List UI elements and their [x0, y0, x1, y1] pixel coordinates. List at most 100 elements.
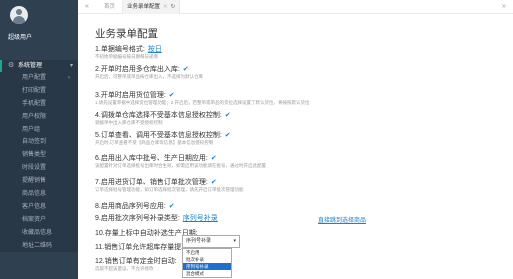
page-title: 业务录单配置 — [95, 28, 158, 40]
setting-label-row: 9.启用批次序列号补录类型: 序列号补录 — [95, 214, 218, 223]
sidebar-item[interactable]: 自动签到 — [0, 136, 78, 149]
setting-row: 2.开单时启用多仓库出入库: ✔ 开启后，可整单或单品按仓库出入，不选择为默认仓库 — [95, 65, 203, 80]
sidebar-section-system[interactable]: ⚙ 系统管理 ▾ — [0, 60, 78, 72]
setting-label-row: 6.启用出入库中批号、生产日期应用: ✔ — [95, 154, 266, 163]
setting-value-link[interactable]: 直接跳到选择商品 — [318, 215, 366, 224]
setting-label-row: 7.启用进货订单、销售订单批次管理: ✔ — [95, 178, 244, 187]
checkmark-icon[interactable]: ✔ — [183, 66, 189, 73]
setting-label: 4.调拨单仓库选择不受基本信息授权控制: — [95, 112, 222, 119]
sidebar-item-label: 手机配置 — [22, 100, 47, 107]
setting-label-row: 3.开单时启用货位管理: ✔ — [95, 91, 310, 100]
setting-row: 8.启用商品序列号应用: ✔ — [95, 202, 175, 211]
sidebar-item[interactable]: 时段设置 — [0, 162, 78, 175]
sidebar-item-label: 提醒销售 — [22, 178, 47, 185]
user-profile: 超级用户 — [0, 0, 78, 52]
checkmark-icon[interactable]: ✔ — [225, 132, 231, 139]
setting-label: 5.订单查看、调用不受基本信息授权控制: — [95, 132, 222, 139]
sidebar-item[interactable]: 用户配置 › — [0, 72, 78, 85]
sidebar-item[interactable]: 提醒销售 — [0, 175, 78, 188]
select-options: 不启用 批次补录 序列号补录 混合模式 — [182, 248, 232, 278]
setting-label: 1.单据编号格式: — [95, 46, 145, 53]
sidebar-item[interactable]: 商品信息 — [0, 188, 78, 201]
checkmark-icon[interactable]: ✔ — [169, 203, 175, 210]
gear-icon: ⚙ — [8, 62, 15, 69]
settlement-type-select[interactable]: 序列号补录 ▾ — [182, 235, 240, 248]
sidebar-item[interactable]: 用户权限 — [0, 111, 78, 124]
sidebar-item-label: 收藏品信息 — [22, 229, 53, 236]
sidebar-item-label: 地址二维码 — [22, 242, 53, 249]
sidebar-item-label: 销售类型 — [22, 152, 47, 159]
checkmark-icon[interactable]: ✔ — [211, 179, 217, 186]
close-icon[interactable]: ✕ — [163, 4, 168, 10]
setting-description: 选取不超该量设，不允许修改 — [95, 266, 154, 271]
setting-label-row: 2.开单时启用多仓库出入库: ✔ — [95, 65, 203, 74]
setting-label-row: 5.订单查看、调用不受基本信息授权控制: ✔ — [95, 131, 231, 140]
setting-row: 9.启用批次序列号补录类型: 序列号补录 — [95, 214, 218, 223]
setting-label-row: 11.销售订单允许超库存量提取: — [95, 243, 190, 252]
sidebar-item[interactable]: 打印配置 — [0, 85, 78, 98]
setting-row: 6.启用出入库中批号、生产日期应用: ✔ 该配置针对订单选择批号出库时合生效，如需启… — [95, 154, 266, 169]
sidebar-section-label: 系统管理 — [18, 63, 43, 69]
sidebar-item[interactable]: 用户组 — [0, 124, 78, 137]
setting-description: 开启时,订单查看不受【商品仓库等信息】基本信息授权控制 — [95, 140, 214, 145]
tab-home[interactable]: 首页 — [104, 0, 115, 14]
setting-row: 5.订单查看、调用不受基本信息授权控制: ✔ 开启时,订单查看不受【商品仓库等信息】… — [95, 131, 231, 146]
setting-description: 订单选择批号管理功能，如订单选择批次管理，请先开启订单批次管理功能 — [95, 187, 244, 192]
setting-description: 不初始单据编号按日期每日递增 — [95, 54, 158, 59]
setting-label: 2.开单时启用多仓库出入库: — [95, 66, 180, 73]
checkmark-icon[interactable]: ✔ — [225, 112, 231, 119]
sidebar-item-label: 用户配置 — [22, 75, 47, 81]
chevron-down-icon: ▾ — [70, 63, 74, 69]
setting-description: 该配置针对订单选择批号出库时合生效，如需启用该功能请在批号，通过时开启此配置 — [95, 163, 266, 168]
sidebar-item-label: 客户信息 — [22, 203, 47, 210]
sidebar-item-label: 商品信息 — [22, 191, 47, 198]
sidebar: 超级用户 ⚙ 系统管理 ▾ 用户配置 › 打印配置手机配置用户权限用户组自动签到销售… — [0, 0, 78, 279]
setting-label: 6.启用出入库中批号、生产日期应用: — [95, 155, 208, 162]
sidebar-item-label: 用户组 — [22, 126, 41, 133]
setting-label-row: 1.单据编号格式: 按日 — [95, 45, 162, 54]
sidebar-submenu: 用户配置 › 打印配置手机配置用户权限用户组自动签到销售类型时段设置提醒销售商品信息… — [0, 72, 78, 253]
select-value: 序列号补录 — [186, 238, 212, 244]
setting-row: 1.单据编号格式: 按日 不初始单据编号按日期每日递增 — [95, 45, 162, 60]
select-option[interactable]: 序列号补录 — [183, 263, 231, 270]
checkmark-icon[interactable]: ✔ — [211, 155, 217, 162]
username[interactable]: 超级用户 — [8, 32, 32, 41]
select-option[interactable]: 不启用 — [183, 249, 231, 256]
setting-row: 7.启用进货订单、销售订单批次管理: ✔ 订单选择批号管理功能，如订单选择批次管理，… — [95, 178, 244, 193]
setting-label: 7.启用进货订单、销售订单批次管理: — [95, 179, 208, 186]
setting-value-link[interactable]: 序列号补录 — [183, 215, 218, 222]
setting-description: 1.请先设置单据中选择货位管理功能；2.开启后，若整单或单品的货位选择设置了默认… — [95, 100, 310, 105]
setting-label: 3.开单时启用货位管理: — [95, 92, 166, 99]
avatar[interactable] — [10, 6, 28, 24]
select-option[interactable]: 批次补录 — [183, 256, 231, 263]
sidebar-item[interactable]: 销售类型 — [0, 149, 78, 162]
sidebar-item[interactable]: 地址二维码 — [0, 240, 78, 253]
setting-label: 8.启用商品序列号应用: — [95, 203, 166, 210]
tab-bar: « 首页 业务录单配置 ✕ ↻ » — [78, 0, 513, 14]
setting-description: 调拨单中出入库仓库不受授权控制 — [95, 120, 163, 125]
tab-business-config[interactable]: 业务录单配置 ✕ ↻ — [122, 0, 181, 14]
select-option[interactable]: 混合模式 — [183, 270, 231, 277]
nav-back-icon[interactable]: « — [82, 0, 92, 14]
checkmark-icon[interactable]: ✔ — [169, 92, 175, 99]
setting-label: 9.启用批次序列号补录类型: — [95, 215, 180, 222]
main-content: 业务录单配置 1.单据编号格式: 按日 不初始单据编号按日期每日递增 2.开单时启用多… — [78, 14, 513, 279]
tab-label: 首页 — [104, 4, 116, 10]
setting-row: 12.销售订单有定金时自动: 选取不超该量设，不允许修改 — [95, 257, 177, 272]
sidebar-item[interactable]: 客户信息 — [0, 201, 78, 214]
sidebar-item-label: 档案资户 — [22, 216, 47, 223]
sidebar-item[interactable]: 档案资户 — [0, 214, 78, 227]
sidebar-item-label: 打印配置 — [22, 87, 47, 94]
refresh-icon[interactable]: ↻ — [171, 4, 176, 10]
sidebar-item[interactable]: 手机配置 — [0, 98, 78, 111]
setting-row: 3.开单时启用货位管理: ✔ 1.请先设置单据中选择货位管理功能；2.开启后，若整单… — [95, 91, 310, 106]
sidebar-item[interactable]: 收藏品信息 — [0, 227, 78, 240]
setting-label: 12.销售订单有定金时自动: — [95, 258, 177, 265]
sidebar-item-label: 用户权限 — [22, 113, 47, 120]
setting-row: 11.销售订单允许超库存量提取: — [95, 243, 190, 252]
setting-value-link[interactable]: 按日 — [148, 46, 162, 53]
nav-forward-icon[interactable]: » — [499, 0, 509, 14]
tab-label: 业务录单配置 — [127, 4, 161, 10]
setting-label: 11.销售订单允许超库存量提取: — [95, 244, 191, 251]
chevron-right-icon: › — [68, 75, 70, 81]
